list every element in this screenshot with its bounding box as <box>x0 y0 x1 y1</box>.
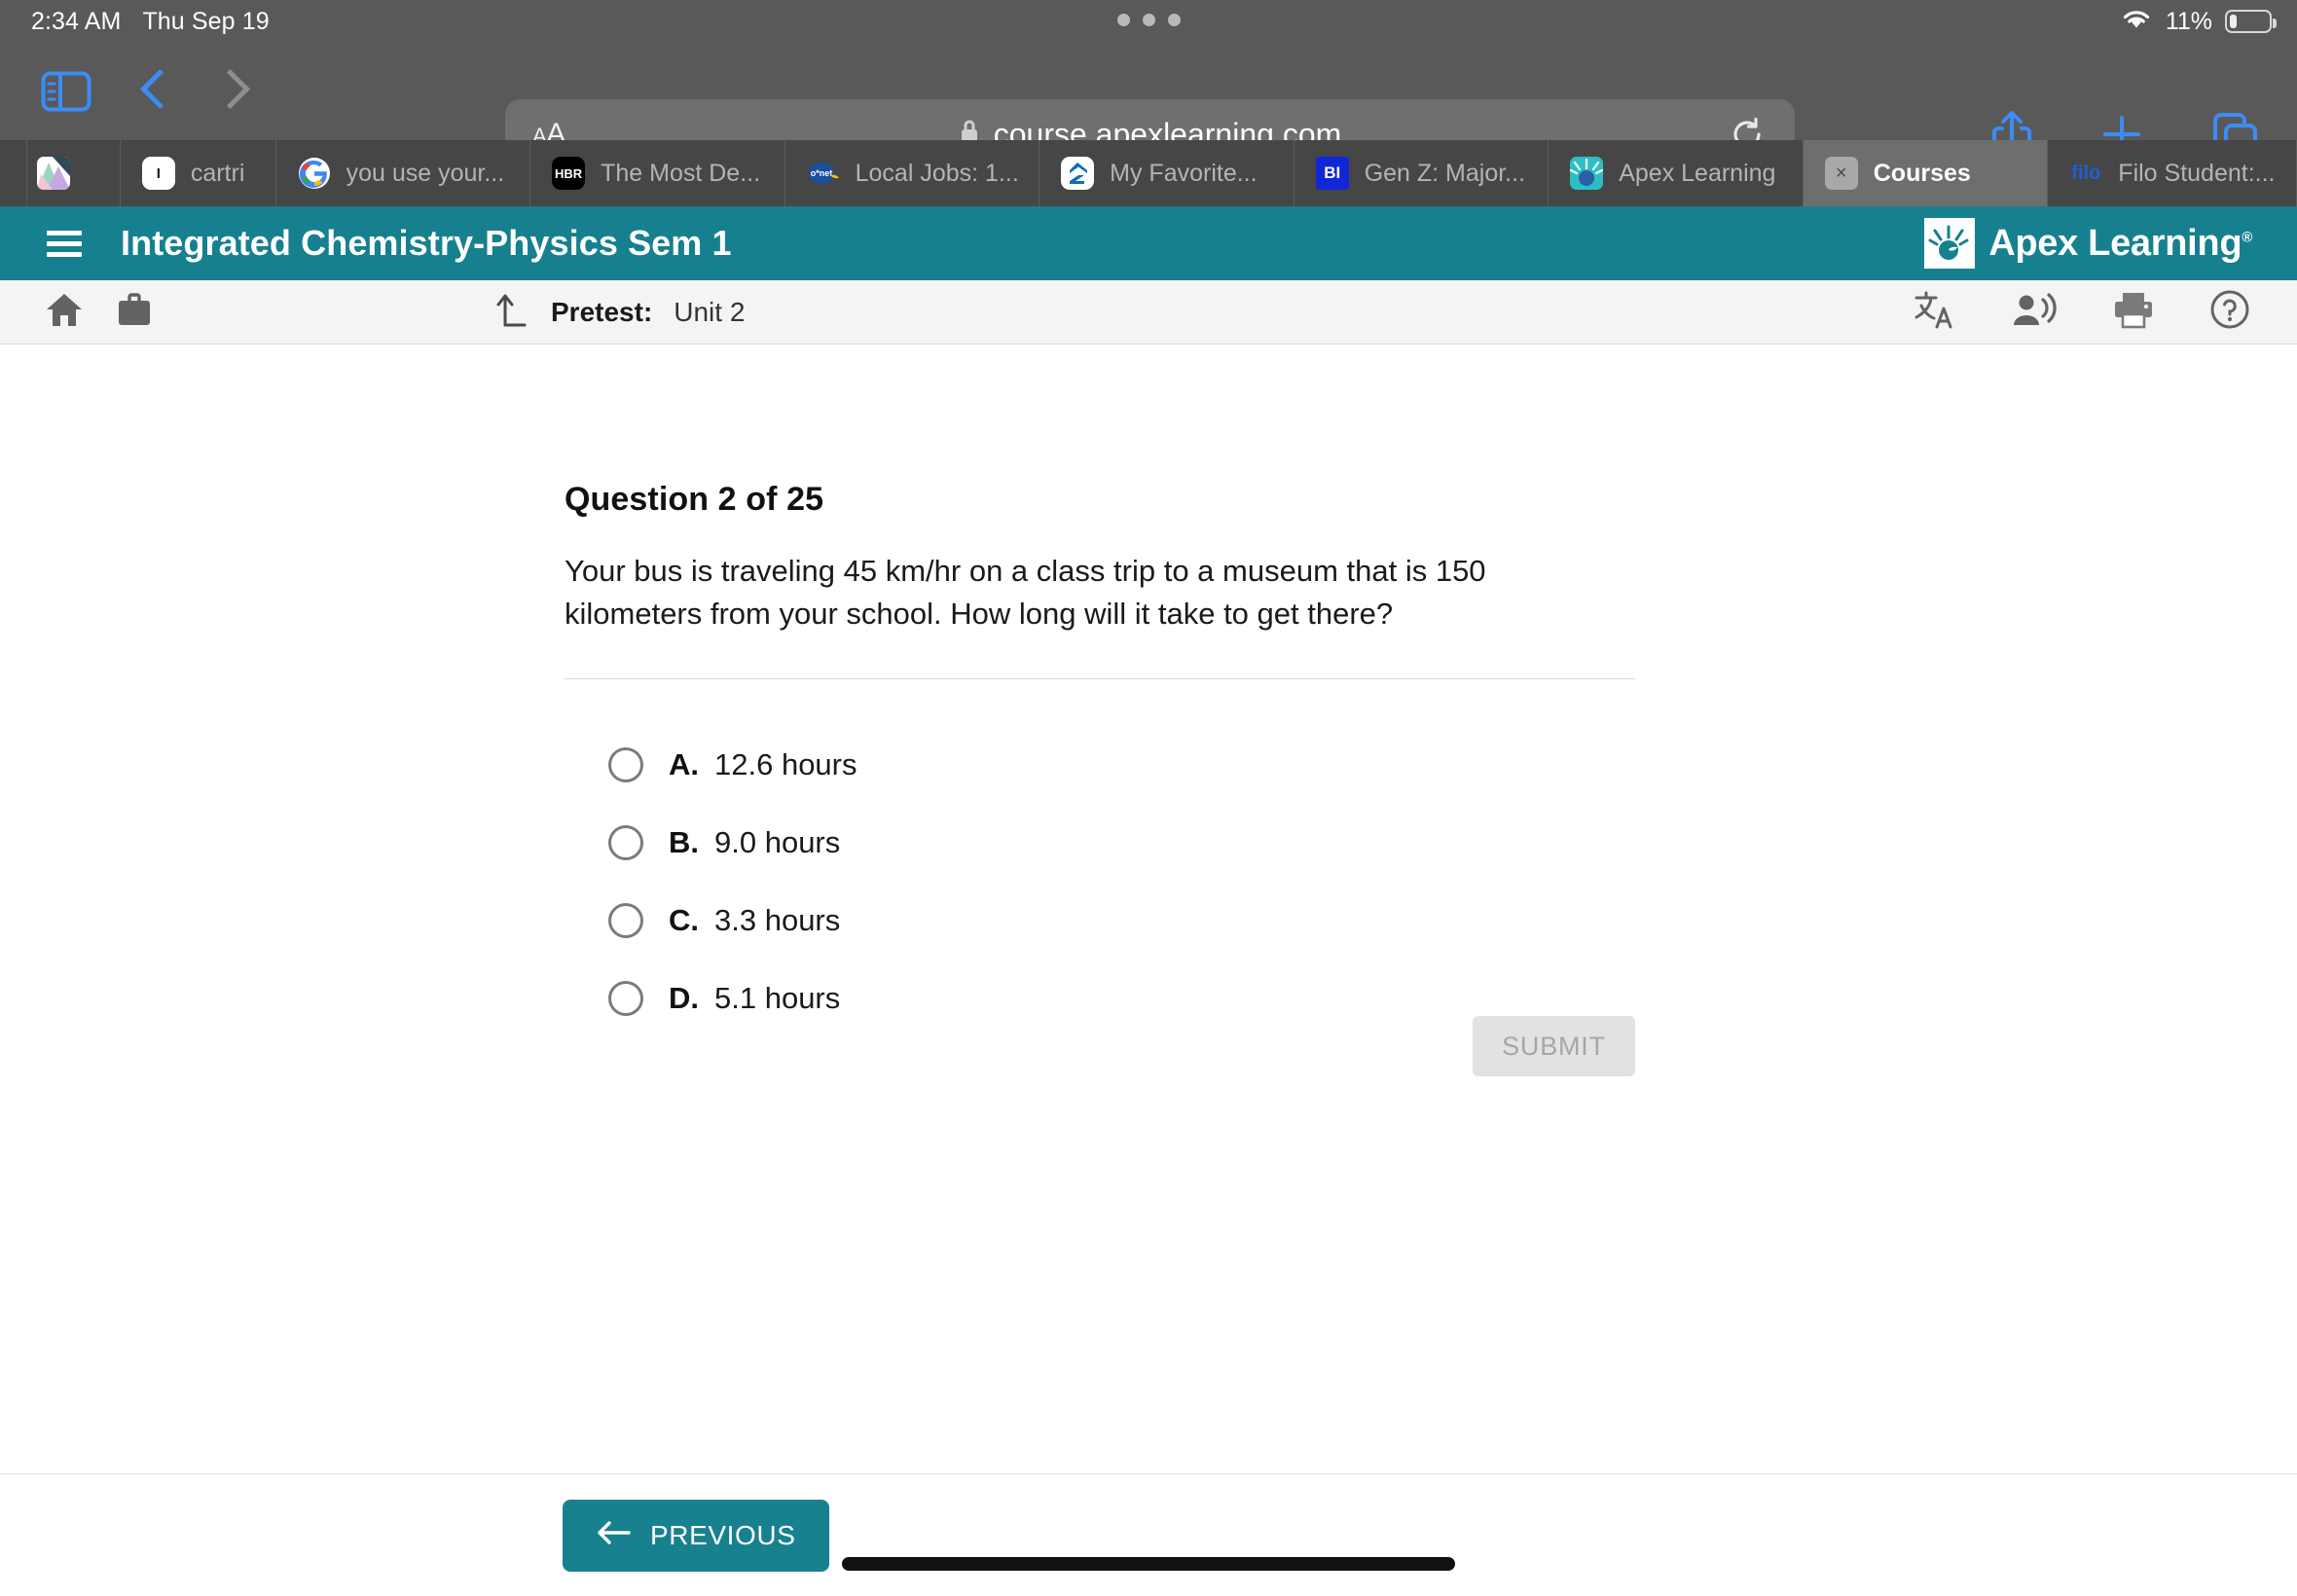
tab-item[interactable]: o*net Local Jobs: 1... <box>784 140 1040 206</box>
web-page: Integrated Chemistry-Physics Sem 1 Apex … <box>0 206 2297 1596</box>
tab-label: cartri <box>190 159 245 187</box>
course-toolbar-left <box>45 291 152 333</box>
business-insider-icon: BI <box>1315 157 1349 190</box>
radio-button[interactable] <box>608 825 643 861</box>
tab-label: Apex Learning <box>1619 159 1776 187</box>
radio-button[interactable] <box>608 903 643 939</box>
course-toolbar: Pretest: Unit 2 <box>0 280 2297 345</box>
translate-icon[interactable] <box>1914 289 1956 335</box>
answer-choice-a[interactable]: A. 12.6 hours <box>565 726 1635 804</box>
close-icon[interactable]: × <box>1824 157 1858 190</box>
tab-item[interactable]: you use your... <box>275 140 531 206</box>
page-title: Integrated Chemistry-Physics Sem 1 <box>121 223 732 263</box>
choice-letter: A. <box>669 747 699 782</box>
tab-item[interactable]: BI Gen Z: Major... <box>1294 140 1550 206</box>
apex-learning-logo: Apex Learning® <box>1924 218 2252 269</box>
image-thumbnail-icon <box>36 157 70 190</box>
submit-row: SUBMIT <box>565 1016 1635 1076</box>
page-footer: PREVIOUS <box>0 1473 2297 1596</box>
briefcase-icon[interactable] <box>117 291 152 333</box>
status-bar: 2:34 AM Thu Sep 19 11% <box>0 0 2297 43</box>
tab-item[interactable] <box>26 140 121 206</box>
text-to-speech-icon[interactable] <box>2011 290 2058 334</box>
question-number-heading: Question 2 of 25 <box>565 481 824 518</box>
apex-icon <box>1570 157 1604 190</box>
radio-button[interactable] <box>608 981 643 1017</box>
question-content: Question 2 of 25 Your bus is traveling 4… <box>0 345 2297 1596</box>
breadcrumb-label: Pretest: <box>551 296 653 327</box>
split-view-dot <box>1116 14 1130 26</box>
home-indicator[interactable] <box>842 1557 1455 1571</box>
choice-text: 9.0 hours <box>714 825 841 860</box>
tab-label: Local Jobs: 1... <box>855 159 1019 187</box>
back-chevron-icon[interactable] <box>142 65 175 118</box>
return-up-icon[interactable] <box>496 290 529 334</box>
course-header: Integrated Chemistry-Physics Sem 1 Apex … <box>0 206 2297 280</box>
tab-label: Courses <box>1873 159 1971 187</box>
hamburger-menu-icon[interactable] <box>47 230 82 257</box>
tab-item[interactable] <box>0 140 27 206</box>
tab-label: you use your... <box>346 159 505 187</box>
question-text: Your bus is traveling 45 km/hr on a clas… <box>565 554 1486 632</box>
print-icon[interactable] <box>2112 290 2155 334</box>
choice-text: 3.3 hours <box>714 903 841 938</box>
question-block: Question 2 of 25 Your bus is traveling 4… <box>565 481 1635 1037</box>
onet-icon: o*net <box>807 157 840 190</box>
split-view-dot <box>1142 14 1155 26</box>
course-toolbar-right <box>1914 289 2250 335</box>
ipad-browser-chrome: 2:34 AM Thu Sep 19 11% A A course.apexle… <box>0 0 2297 206</box>
tab-item[interactable]: HBR The Most De... <box>530 140 785 206</box>
choice-text: 5.1 hours <box>714 981 841 1016</box>
tab-label: My Favorite... <box>1110 159 1258 187</box>
tab-label: Gen Z: Major... <box>1364 159 1526 187</box>
hamburger-line <box>47 251 82 257</box>
forward-chevron-icon <box>214 65 247 118</box>
hbr-icon: HBR <box>552 157 586 190</box>
tab-item[interactable]: I cartri <box>120 140 276 206</box>
filo-icon: filo <box>2071 162 2101 184</box>
tab-label: Filo Student:... <box>2118 159 2276 187</box>
wifi-icon <box>2120 6 2153 38</box>
svg-text:o*net: o*net <box>810 168 832 178</box>
tab-item[interactable]: Apex Learning <box>1549 140 1804 206</box>
split-view-handle[interactable] <box>0 14 2297 26</box>
breadcrumb-value: Unit 2 <box>674 296 746 327</box>
sidebar-toggle-icon[interactable] <box>41 71 91 112</box>
submit-button[interactable]: SUBMIT <box>1473 1016 1635 1076</box>
previous-button[interactable]: PREVIOUS <box>563 1500 829 1572</box>
google-icon <box>298 157 331 190</box>
hamburger-line <box>47 230 82 236</box>
answer-choice-b[interactable]: B. 9.0 hours <box>565 804 1635 882</box>
home-icon[interactable] <box>45 291 84 333</box>
navigation-arrows <box>142 65 247 118</box>
radio-button[interactable] <box>608 747 643 783</box>
previous-button-label: PREVIOUS <box>650 1520 796 1550</box>
zillow-icon <box>1061 157 1095 190</box>
choice-text: 12.6 hours <box>714 747 857 782</box>
apex-logo-text: Apex Learning® <box>1988 222 2252 264</box>
choice-letter: B. <box>669 825 699 860</box>
arrow-left-icon <box>596 1519 631 1553</box>
answer-choice-c[interactable]: C. 3.3 hours <box>565 882 1635 960</box>
answer-choice-list: A. 12.6 hours B. 9.0 hours C. 3.3 hours … <box>565 726 1635 1037</box>
battery-icon <box>2225 10 2277 33</box>
browser-toolbar: AA course.apexlearning.com <box>0 43 2297 169</box>
tab-item[interactable]: My Favorite... <box>1039 140 1294 206</box>
divider <box>565 678 1635 680</box>
tab-item[interactable]: filo Filo Student:... <box>2048 140 2297 206</box>
battery-percent-label: 11% <box>2165 7 2212 35</box>
help-icon[interactable] <box>2209 289 2250 335</box>
instructure-icon: I <box>141 157 175 190</box>
choice-letter: D. <box>669 981 699 1016</box>
battery-level-fill <box>2230 15 2237 28</box>
tab-strip: I cartri you use your... HBR The Most De… <box>0 140 2297 206</box>
apex-logo-mark-icon <box>1924 218 1976 269</box>
breadcrumb: Pretest: Unit 2 <box>496 290 745 334</box>
tab-item-active[interactable]: × Courses <box>1803 140 2049 206</box>
tab-label: The Most De... <box>601 159 761 187</box>
split-view-dot <box>1167 14 1181 26</box>
status-bar-right: 11% <box>2120 0 2277 43</box>
choice-letter: C. <box>669 903 699 938</box>
hamburger-line <box>47 240 82 246</box>
